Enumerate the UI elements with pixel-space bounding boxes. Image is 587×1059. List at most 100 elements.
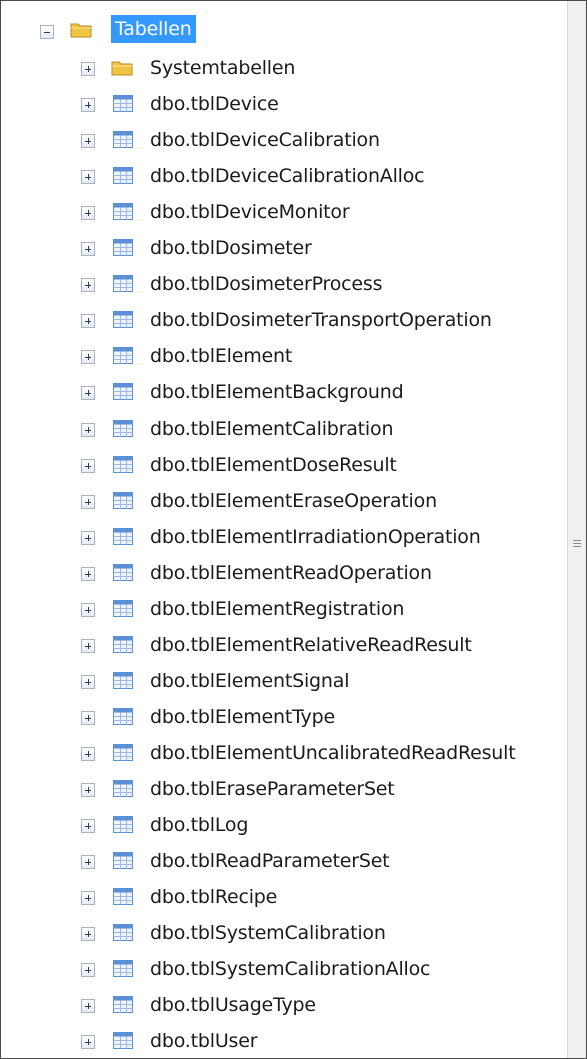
expand-icon[interactable] — [81, 855, 95, 869]
tree-node-label[interactable]: Tabellen — [111, 15, 196, 43]
tree-node-label[interactable]: dbo.tblElementUncalibratedReadResult — [150, 741, 516, 765]
tree-node-label[interactable]: dbo.tblSystemCalibration — [150, 921, 386, 945]
tree-node-label[interactable]: dbo.tblElementBackground — [150, 380, 404, 404]
tree-node-table[interactable]: dbo.tblElementIrradiationOperation — [1, 519, 567, 555]
tree-node-label[interactable]: dbo.tblElement — [150, 344, 292, 368]
expand-icon[interactable] — [81, 62, 95, 76]
table-icon — [113, 347, 133, 364]
tree-node-table[interactable]: dbo.tblElementRegistration — [1, 591, 567, 627]
tree-node-table[interactable]: dbo.tblElement — [1, 338, 567, 374]
tree-node-table[interactable]: dbo.tblElementUncalibratedReadResult — [1, 735, 567, 771]
tree-node-table[interactable]: dbo.tblLog — [1, 807, 567, 843]
tree-node-label[interactable]: dbo.tblElementCalibration — [150, 417, 393, 441]
table-icon — [113, 744, 133, 761]
tree-node-label[interactable]: dbo.tblDeviceCalibration — [150, 128, 380, 152]
table-icon — [113, 564, 133, 581]
tree-node-label[interactable]: dbo.tblElementRegistration — [150, 597, 404, 621]
expand-icon[interactable] — [81, 386, 95, 400]
tree-node-label[interactable]: dbo.tblElementType — [150, 705, 335, 729]
expand-icon[interactable] — [81, 278, 95, 292]
tree-node-table[interactable]: dbo.tblElementCalibration — [1, 411, 567, 447]
table-icon — [113, 456, 133, 473]
table-icon — [113, 311, 133, 328]
tree-node-table[interactable]: dbo.tblElementSignal — [1, 663, 567, 699]
tree-node-label[interactable]: dbo.tblElementReadOperation — [150, 561, 432, 585]
expand-icon[interactable] — [81, 783, 95, 797]
tree-node-table[interactable]: dbo.tblRecipe — [1, 879, 567, 915]
tree-node-label[interactable]: dbo.tblRecipe — [150, 885, 277, 909]
expand-icon[interactable] — [81, 350, 95, 364]
scrollbar-grip-icon[interactable] — [573, 540, 581, 549]
expand-icon[interactable] — [81, 963, 95, 977]
tree-node-label[interactable]: dbo.tblUser — [150, 1029, 258, 1053]
collapse-icon[interactable] — [40, 25, 54, 39]
expand-icon[interactable] — [81, 603, 95, 617]
tree-node-label[interactable]: dbo.tblSystemCalibrationAlloc — [150, 957, 430, 981]
tree-node-label[interactable]: dbo.tblDeviceCalibrationAlloc — [150, 164, 425, 188]
expand-icon[interactable] — [81, 999, 95, 1013]
tree-node-table[interactable]: dbo.tblDeviceCalibrationAlloc — [1, 158, 567, 194]
expand-icon[interactable] — [81, 98, 95, 112]
tree-node-table[interactable]: dbo.tblDosimeterTransportOperation — [1, 302, 567, 338]
expand-icon[interactable] — [81, 927, 95, 941]
tree-node-label[interactable]: dbo.tblDevice — [150, 92, 279, 116]
expand-icon[interactable] — [81, 242, 95, 256]
tree-node-label[interactable]: dbo.tblEraseParameterSet — [150, 777, 395, 801]
expand-icon[interactable] — [81, 567, 95, 581]
table-icon — [113, 996, 133, 1013]
tree-node-label[interactable]: dbo.tblReadParameterSet — [150, 849, 390, 873]
tree-node-table[interactable]: dbo.tblSystemCalibration — [1, 915, 567, 951]
tree-node-table[interactable]: dbo.tblElementDoseResult — [1, 447, 567, 483]
tree-node-tabellen[interactable]: Tabellen — [1, 14, 567, 50]
expand-icon[interactable] — [81, 134, 95, 148]
expand-icon[interactable] — [81, 314, 95, 328]
expand-icon[interactable] — [81, 531, 95, 545]
tree-node-table[interactable]: dbo.tblElementEraseOperation — [1, 483, 567, 519]
table-icon — [113, 852, 133, 869]
tree-node-table[interactable]: dbo.tblDosimeter — [1, 230, 567, 266]
folder-icon — [70, 23, 92, 38]
tree-node-table[interactable]: dbo.tblDevice — [1, 86, 567, 122]
table-icon — [113, 816, 133, 833]
tree-node-table[interactable]: dbo.tblReadParameterSet — [1, 843, 567, 879]
expand-icon[interactable] — [81, 639, 95, 653]
tree-node-table[interactable]: dbo.tblUser — [1, 1023, 567, 1058]
expand-icon[interactable] — [81, 747, 95, 761]
tree-node-table[interactable]: dbo.tblElementReadOperation — [1, 555, 567, 591]
expand-icon[interactable] — [81, 711, 95, 725]
tree-node-label[interactable]: dbo.tblDosimeterProcess — [150, 272, 383, 296]
expand-icon[interactable] — [81, 459, 95, 473]
tree-node-label[interactable]: dbo.tblDosimeter — [150, 236, 312, 260]
tree-node-table[interactable]: dbo.tblDosimeterProcess — [1, 266, 567, 302]
tree-node-table[interactable]: dbo.tblDeviceCalibration — [1, 122, 567, 158]
table-icon — [113, 167, 133, 184]
tree-node-table[interactable]: dbo.tblEraseParameterSet — [1, 771, 567, 807]
tree-node-label[interactable]: dbo.tblElementIrradiationOperation — [150, 525, 481, 549]
tree-node-table[interactable]: dbo.tblSystemCalibrationAlloc — [1, 951, 567, 987]
expand-icon[interactable] — [81, 495, 95, 509]
tree-node-table[interactable]: dbo.tblElementRelativeReadResult — [1, 627, 567, 663]
expand-icon[interactable] — [81, 170, 95, 184]
vertical-scrollbar[interactable] — [567, 1, 586, 1058]
tree-node-label[interactable]: dbo.tblDosimeterTransportOperation — [150, 308, 492, 332]
tree-node-label[interactable]: dbo.tblElementSignal — [150, 669, 349, 693]
expand-icon[interactable] — [81, 819, 95, 833]
tree-node-label[interactable]: dbo.tblElementDoseResult — [150, 453, 397, 477]
tree-node-folder[interactable]: Systemtabellen — [1, 50, 567, 86]
tree-node-label[interactable]: dbo.tblElementEraseOperation — [150, 489, 437, 513]
tree-node-table[interactable]: dbo.tblUsageType — [1, 987, 567, 1023]
table-icon — [113, 600, 133, 617]
expand-icon[interactable] — [81, 675, 95, 689]
tree-node-table[interactable]: dbo.tblElementType — [1, 699, 567, 735]
tree-node-label[interactable]: dbo.tblLog — [150, 813, 248, 837]
tree-node-table[interactable]: dbo.tblDeviceMonitor — [1, 194, 567, 230]
expand-icon[interactable] — [81, 206, 95, 220]
tree-node-label[interactable]: dbo.tblElementRelativeReadResult — [150, 633, 472, 657]
expand-icon[interactable] — [81, 891, 95, 905]
expand-icon[interactable] — [81, 1035, 95, 1049]
tree-node-label[interactable]: Systemtabellen — [150, 56, 295, 80]
tree-node-table[interactable]: dbo.tblElementBackground — [1, 374, 567, 410]
expand-icon[interactable] — [81, 423, 95, 437]
tree-node-label[interactable]: dbo.tblDeviceMonitor — [150, 200, 350, 224]
tree-node-label[interactable]: dbo.tblUsageType — [150, 993, 316, 1017]
